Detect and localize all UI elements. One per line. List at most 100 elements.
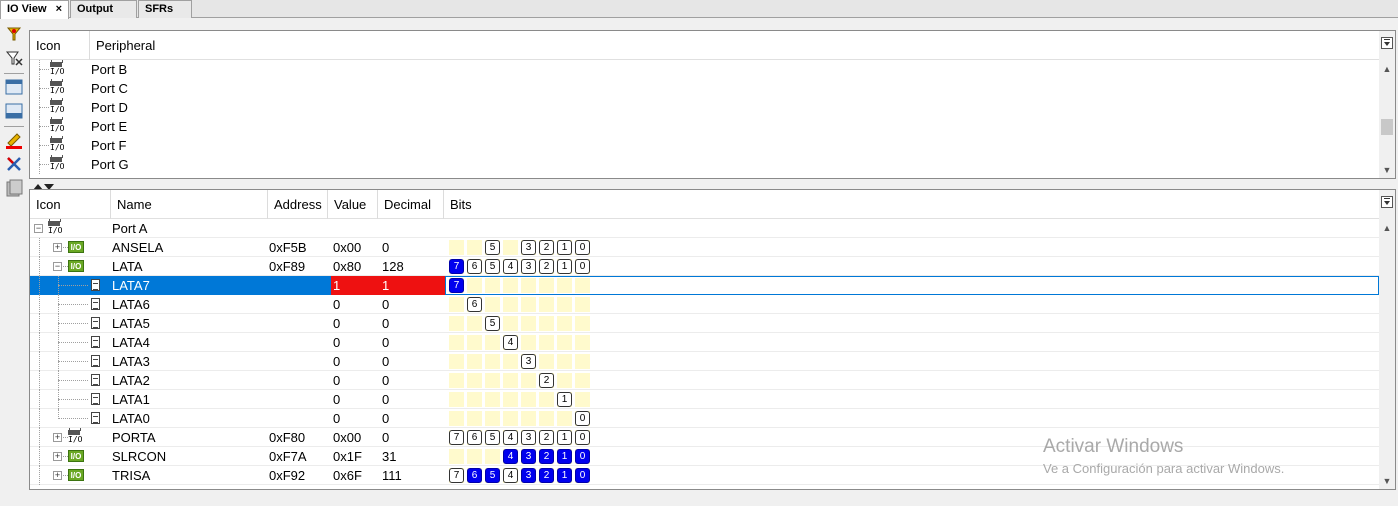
register-row[interactable]: LATA3 0 0 3 [30, 352, 1379, 371]
register-row[interactable]: LATA5 0 0 5 [30, 314, 1379, 333]
register-row[interactable]: LATA6 0 0 6 [30, 295, 1379, 314]
column-header-bits[interactable]: Bits [444, 190, 1379, 219]
scroll-thumb[interactable] [1381, 119, 1393, 135]
bit-toggle[interactable]: 3 [521, 259, 536, 274]
bit-toggle[interactable]: 2 [539, 240, 554, 255]
bit-toggle[interactable]: 2 [539, 449, 554, 464]
bit-toggle[interactable]: 3 [521, 468, 536, 483]
peripheral-row[interactable]: I/O Port B [30, 60, 1379, 79]
bit-toggle[interactable]: 1 [557, 240, 572, 255]
register-value[interactable]: 0x00 [333, 238, 361, 257]
register-decimal[interactable]: 1 [382, 276, 389, 295]
collapse-toggle[interactable]: − [53, 262, 62, 271]
bit-toggle[interactable]: 7 [449, 278, 464, 293]
register-row[interactable]: + I/O ANSELA 0xF5B 0x00 0 5 3 2 1 0 [30, 238, 1379, 257]
register-row[interactable]: LATA1 0 0 1 [30, 390, 1379, 409]
bit-toggle[interactable]: 4 [503, 259, 518, 274]
bit-toggle[interactable]: 1 [557, 468, 572, 483]
bit-toggle[interactable]: 5 [485, 240, 500, 255]
register-value[interactable]: 0x1F [333, 447, 362, 466]
filter-icon[interactable] [4, 25, 24, 43]
column-chooser-icon[interactable] [1381, 37, 1393, 49]
bit-toggle[interactable]: 5 [485, 316, 500, 331]
bit-toggle[interactable]: 4 [503, 335, 518, 350]
register-value[interactable]: 0 [333, 295, 340, 314]
bit-toggle[interactable]: 7 [449, 259, 464, 274]
register-row[interactable]: LATA7 1 1 7 [30, 276, 1379, 295]
bit-toggle[interactable]: 6 [467, 430, 482, 445]
register-value[interactable]: 0 [333, 352, 340, 371]
window-alt-icon[interactable] [4, 102, 24, 120]
register-row[interactable]: − I/O Port A [30, 219, 1379, 238]
edit-icon[interactable] [4, 131, 24, 149]
register-decimal[interactable]: 0 [382, 428, 389, 447]
expand-toggle[interactable]: + [53, 433, 62, 442]
bit-toggle[interactable]: 5 [485, 468, 500, 483]
tab-output[interactable]: Output [70, 0, 137, 18]
bit-toggle[interactable]: 3 [521, 430, 536, 445]
peripheral-row[interactable]: I/O Port F [30, 136, 1379, 155]
scroll-down-icon[interactable]: ▼ [1382, 476, 1392, 486]
register-value[interactable]: 0 [333, 333, 340, 352]
bit-toggle[interactable]: 1 [557, 430, 572, 445]
delete-icon[interactable] [4, 155, 24, 173]
register-value[interactable]: 0 [333, 371, 340, 390]
column-header-decimal[interactable]: Decimal [378, 190, 444, 219]
register-decimal[interactable]: 0 [382, 371, 389, 390]
register-row[interactable]: − I/O LATA 0xF89 0x80 128 7 6 5 4 3 2 1 0 [30, 257, 1379, 276]
column-header-peripheral[interactable]: Peripheral [90, 31, 1379, 60]
register-scrollbar[interactable]: ▲ ▼ [1379, 190, 1395, 489]
register-decimal[interactable]: 128 [382, 257, 404, 276]
register-decimal[interactable]: 111 [382, 466, 402, 485]
column-header-name[interactable]: Name [111, 190, 268, 219]
filter-add-icon[interactable] [4, 49, 24, 67]
peripheral-row[interactable]: I/O Port E [30, 117, 1379, 136]
bit-toggle[interactable]: 6 [467, 259, 482, 274]
splitter-handle[interactable] [32, 179, 56, 190]
clipboard-icon[interactable] [4, 179, 24, 197]
register-decimal[interactable]: 0 [382, 238, 389, 257]
scroll-down-icon[interactable]: ▼ [1382, 165, 1392, 175]
register-decimal[interactable]: 0 [382, 352, 389, 371]
expand-toggle[interactable]: + [53, 452, 62, 461]
bit-toggle[interactable]: 0 [575, 259, 590, 274]
column-header-address[interactable]: Address [268, 190, 328, 219]
bit-toggle[interactable]: 2 [539, 468, 554, 483]
column-chooser-icon[interactable] [1381, 196, 1393, 208]
bit-toggle[interactable]: 7 [449, 468, 464, 483]
bit-toggle[interactable]: 6 [467, 297, 482, 312]
bit-toggle[interactable]: 2 [539, 259, 554, 274]
bit-toggle[interactable]: 0 [575, 468, 590, 483]
register-row[interactable]: LATA0 0 0 0 [30, 409, 1379, 428]
peripheral-row[interactable]: I/O Port C [30, 79, 1379, 98]
bit-toggle[interactable]: 0 [575, 411, 590, 426]
bit-toggle[interactable]: 3 [521, 449, 536, 464]
register-value[interactable]: 0 [333, 314, 340, 333]
register-decimal[interactable]: 0 [382, 295, 389, 314]
window-icon[interactable] [4, 78, 24, 96]
bit-toggle[interactable]: 0 [575, 430, 590, 445]
bit-toggle[interactable]: 3 [521, 354, 536, 369]
bit-toggle[interactable]: 1 [557, 392, 572, 407]
register-value[interactable]: 0x80 [333, 257, 361, 276]
close-icon[interactable]: × [56, 1, 62, 17]
bit-toggle[interactable]: 0 [575, 240, 590, 255]
register-decimal[interactable]: 31 [382, 447, 396, 466]
scroll-up-icon[interactable]: ▲ [1382, 223, 1392, 233]
expand-toggle[interactable]: + [53, 471, 62, 480]
bit-toggle[interactable]: 5 [485, 259, 500, 274]
bit-toggle[interactable]: 2 [539, 373, 554, 388]
register-value[interactable]: 0 [333, 390, 340, 409]
bit-toggle[interactable]: 4 [503, 468, 518, 483]
register-decimal[interactable]: 0 [382, 314, 389, 333]
tab-sfrs[interactable]: SFRs [138, 0, 192, 18]
collapse-toggle[interactable]: − [34, 224, 43, 233]
column-header-icon[interactable]: Icon [30, 31, 90, 60]
register-value[interactable]: 0 [333, 409, 340, 428]
register-value[interactable]: 1 [333, 276, 340, 295]
column-header-icon[interactable]: Icon [30, 190, 111, 219]
bit-toggle[interactable]: 1 [557, 449, 572, 464]
bit-toggle[interactable]: 7 [449, 430, 464, 445]
bit-toggle[interactable]: 0 [575, 449, 590, 464]
register-row[interactable]: LATA2 0 0 2 [30, 371, 1379, 390]
